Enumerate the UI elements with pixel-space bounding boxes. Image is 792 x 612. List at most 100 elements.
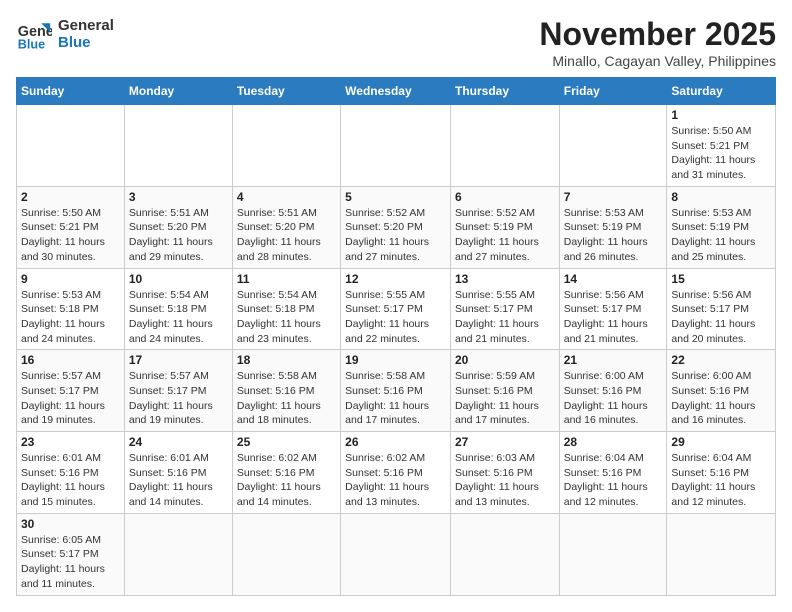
day-number: 13 — [455, 272, 555, 286]
calendar-week-5: 23 Sunrise: 6:01 AM Sunset: 5:16 PM Dayli… — [17, 432, 776, 514]
calendar-cell: 21Sunrise: 6:00 AM Sunset: 5:16 PM Dayli… — [559, 350, 667, 432]
calendar-cell — [667, 513, 776, 595]
day-info: Sunrise: 6:04 AM Sunset: 5:16 PM Dayligh… — [671, 451, 771, 510]
calendar-cell: 4Sunrise: 5:51 AM Sunset: 5:20 PM Daylig… — [232, 186, 340, 268]
header: General Blue General Blue November 2025 … — [16, 16, 776, 69]
calendar-cell: 26 Sunrise: 6:02 AM Sunset: 5:16 PM Dayli… — [341, 432, 451, 514]
day-info: Sunrise: 5:51 AM Sunset: 5:20 PM Dayligh… — [129, 206, 228, 265]
day-number: 23 — [21, 435, 120, 449]
day-number: 28 — [564, 435, 663, 449]
calendar-cell — [559, 105, 667, 187]
calendar-cell: 28Sunrise: 6:04 AM Sunset: 5:16 PM Dayli… — [559, 432, 667, 514]
day-number: 26 — [345, 435, 446, 449]
day-number: 8 — [671, 190, 771, 204]
day-number: 4 — [237, 190, 336, 204]
day-info: Sunrise: 6:00 AM Sunset: 5:16 PM Dayligh… — [671, 369, 771, 428]
day-info: Sunrise: 5:59 AM Sunset: 5:16 PM Dayligh… — [455, 369, 555, 428]
calendar-header-row: SundayMondayTuesdayWednesdayThursdayFrid… — [17, 78, 776, 105]
day-info: Sunrise: 5:52 AM Sunset: 5:19 PM Dayligh… — [455, 206, 555, 265]
calendar-cell: 29 Sunrise: 6:04 AM Sunset: 5:16 PM Dayli… — [667, 432, 776, 514]
calendar-week-2: 2 Sunrise: 5:50 AM Sunset: 5:21 PM Daylig… — [17, 186, 776, 268]
location-subtitle: Minallo, Cagayan Valley, Philippines — [539, 53, 776, 69]
calendar-cell: 3 Sunrise: 5:51 AM Sunset: 5:20 PM Daylig… — [124, 186, 232, 268]
logo-general: General — [58, 17, 114, 34]
calendar-cell — [232, 513, 340, 595]
day-number: 12 — [345, 272, 446, 286]
header-wednesday: Wednesday — [341, 78, 451, 105]
calendar-cell: 17Sunrise: 5:57 AM Sunset: 5:17 PM Dayli… — [124, 350, 232, 432]
calendar-cell: 22 Sunrise: 6:00 AM Sunset: 5:16 PM Dayli… — [667, 350, 776, 432]
calendar-cell: 1Sunrise: 5:50 AM Sunset: 5:21 PM Daylig… — [667, 105, 776, 187]
calendar-cell: 18 Sunrise: 5:58 AM Sunset: 5:16 PM Dayli… — [232, 350, 340, 432]
header-sunday: Sunday — [17, 78, 125, 105]
day-number: 29 — [671, 435, 771, 449]
day-info: Sunrise: 5:52 AM Sunset: 5:20 PM Dayligh… — [345, 206, 446, 265]
day-info: Sunrise: 6:01 AM Sunset: 5:16 PM Dayligh… — [129, 451, 228, 510]
day-info: Sunrise: 5:55 AM Sunset: 5:17 PM Dayligh… — [455, 288, 555, 347]
calendar-cell: 16 Sunrise: 5:57 AM Sunset: 5:17 PM Dayli… — [17, 350, 125, 432]
day-number: 22 — [671, 353, 771, 367]
day-info: Sunrise: 5:58 AM Sunset: 5:16 PM Dayligh… — [237, 369, 336, 428]
logo-icon: General Blue — [16, 16, 52, 52]
day-info: Sunrise: 6:00 AM Sunset: 5:16 PM Dayligh… — [564, 369, 663, 428]
day-info: Sunrise: 6:02 AM Sunset: 5:16 PM Dayligh… — [345, 451, 446, 510]
calendar-table: SundayMondayTuesdayWednesdayThursdayFrid… — [16, 77, 776, 596]
calendar-cell — [341, 513, 451, 595]
month-year-title: November 2025 — [539, 16, 776, 53]
calendar-cell: 5 Sunrise: 5:52 AM Sunset: 5:20 PM Daylig… — [341, 186, 451, 268]
calendar-cell — [341, 105, 451, 187]
calendar-cell: 13 Sunrise: 5:55 AM Sunset: 5:17 PM Dayli… — [450, 268, 559, 350]
logo-blue: Blue — [58, 34, 114, 51]
calendar-cell: 11 Sunrise: 5:54 AM Sunset: 5:18 PM Dayli… — [232, 268, 340, 350]
day-number: 2 — [21, 190, 120, 204]
day-number: 15 — [671, 272, 771, 286]
calendar-cell — [559, 513, 667, 595]
calendar-cell: 23Sunrise: 6:01 AM Sunset: 5:16 PM Dayli… — [17, 432, 125, 514]
calendar-cell: 7Sunrise: 5:53 AM Sunset: 5:19 PM Daylig… — [559, 186, 667, 268]
calendar-week-1: 1Sunrise: 5:50 AM Sunset: 5:21 PM Daylig… — [17, 105, 776, 187]
day-info: Sunrise: 5:53 AM Sunset: 5:19 PM Dayligh… — [671, 206, 771, 265]
day-info: Sunrise: 6:03 AM Sunset: 5:16 PM Dayligh… — [455, 451, 555, 510]
day-number: 7 — [564, 190, 663, 204]
calendar-week-4: 16 Sunrise: 5:57 AM Sunset: 5:17 PM Dayli… — [17, 350, 776, 432]
day-number: 9 — [21, 272, 120, 286]
title-area: November 2025 Minallo, Cagayan Valley, P… — [539, 16, 776, 69]
day-info: Sunrise: 5:53 AM Sunset: 5:18 PM Dayligh… — [21, 288, 120, 347]
day-number: 16 — [21, 353, 120, 367]
header-monday: Monday — [124, 78, 232, 105]
calendar-cell: 14Sunrise: 5:56 AM Sunset: 5:17 PM Dayli… — [559, 268, 667, 350]
calendar-cell: 8 Sunrise: 5:53 AM Sunset: 5:19 PM Daylig… — [667, 186, 776, 268]
calendar-cell: 9 Sunrise: 5:53 AM Sunset: 5:18 PM Daylig… — [17, 268, 125, 350]
day-info: Sunrise: 5:50 AM Sunset: 5:21 PM Dayligh… — [21, 206, 120, 265]
calendar-week-3: 9 Sunrise: 5:53 AM Sunset: 5:18 PM Daylig… — [17, 268, 776, 350]
calendar-cell: 10Sunrise: 5:54 AM Sunset: 5:18 PM Dayli… — [124, 268, 232, 350]
calendar-week-6: 30Sunrise: 6:05 AM Sunset: 5:17 PM Dayli… — [17, 513, 776, 595]
header-saturday: Saturday — [667, 78, 776, 105]
day-number: 30 — [21, 517, 120, 531]
calendar-cell: 27 Sunrise: 6:03 AM Sunset: 5:16 PM Dayli… — [450, 432, 559, 514]
day-number: 10 — [129, 272, 228, 286]
calendar-cell — [232, 105, 340, 187]
day-number: 3 — [129, 190, 228, 204]
calendar-cell — [17, 105, 125, 187]
calendar-cell: 12Sunrise: 5:55 AM Sunset: 5:17 PM Dayli… — [341, 268, 451, 350]
calendar-cell — [124, 105, 232, 187]
header-tuesday: Tuesday — [232, 78, 340, 105]
calendar-cell — [450, 513, 559, 595]
calendar-cell: 25Sunrise: 6:02 AM Sunset: 5:16 PM Dayli… — [232, 432, 340, 514]
day-number: 27 — [455, 435, 555, 449]
day-number: 17 — [129, 353, 228, 367]
calendar-cell: 24Sunrise: 6:01 AM Sunset: 5:16 PM Dayli… — [124, 432, 232, 514]
day-number: 11 — [237, 272, 336, 286]
day-info: Sunrise: 6:02 AM Sunset: 5:16 PM Dayligh… — [237, 451, 336, 510]
logo: General Blue General Blue — [16, 16, 114, 52]
day-info: Sunrise: 5:54 AM Sunset: 5:18 PM Dayligh… — [237, 288, 336, 347]
calendar-cell: 6Sunrise: 5:52 AM Sunset: 5:19 PM Daylig… — [450, 186, 559, 268]
calendar-cell: 19Sunrise: 5:58 AM Sunset: 5:16 PM Dayli… — [341, 350, 451, 432]
day-info: Sunrise: 5:57 AM Sunset: 5:17 PM Dayligh… — [21, 369, 120, 428]
day-info: Sunrise: 5:50 AM Sunset: 5:21 PM Dayligh… — [671, 124, 771, 183]
calendar-cell: 2 Sunrise: 5:50 AM Sunset: 5:21 PM Daylig… — [17, 186, 125, 268]
day-info: Sunrise: 5:56 AM Sunset: 5:17 PM Dayligh… — [671, 288, 771, 347]
day-number: 18 — [237, 353, 336, 367]
day-number: 5 — [345, 190, 446, 204]
